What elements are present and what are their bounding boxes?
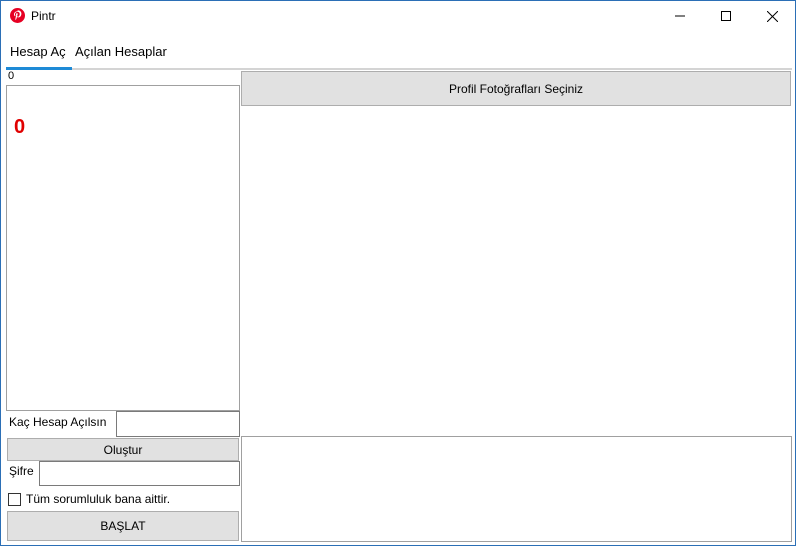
active-tab-indicator [6, 67, 72, 70]
accounts-listbox[interactable]: 0 [6, 85, 240, 411]
minimize-icon [675, 15, 685, 17]
create-button[interactable]: Oluştur [7, 438, 239, 461]
tab-hesap-ac[interactable]: Hesap Aç [10, 44, 66, 59]
counter-value: 0 [14, 116, 26, 138]
responsibility-checkbox[interactable] [8, 493, 21, 506]
close-button[interactable] [749, 1, 795, 31]
responsibility-checkbox-label[interactable]: Tüm sorumluluk bana aittir. [26, 492, 170, 506]
account-count-input[interactable] [116, 411, 240, 437]
log-textbox[interactable] [241, 436, 792, 542]
account-count-label: Kaç Hesap Açılsın [9, 415, 107, 429]
password-label: Şifre [9, 464, 34, 478]
tab-strip: Hesap Aç Açılan Hesaplar [1, 31, 795, 71]
tab-divider [72, 68, 792, 70]
photo-preview-area [241, 106, 791, 436]
app-window: Pintr Hesap Aç Açılan Hesaplar 0 0 Kaç H… [0, 0, 796, 546]
close-icon [766, 10, 778, 22]
start-button[interactable]: BAŞLAT [7, 511, 239, 541]
counter-label: 0 [8, 70, 15, 82]
password-input[interactable] [39, 461, 240, 486]
maximize-button[interactable] [703, 1, 749, 31]
title-bar[interactable]: Pintr [1, 1, 795, 31]
minimize-button[interactable] [657, 1, 703, 31]
window-title: Pintr [31, 9, 56, 23]
pinterest-icon [10, 8, 25, 23]
select-profile-photos-button[interactable]: Profil Fotoğrafları Seçiniz [241, 71, 791, 106]
tab-acilan-hesaplar[interactable]: Açılan Hesaplar [75, 44, 167, 59]
maximize-icon [721, 11, 731, 21]
